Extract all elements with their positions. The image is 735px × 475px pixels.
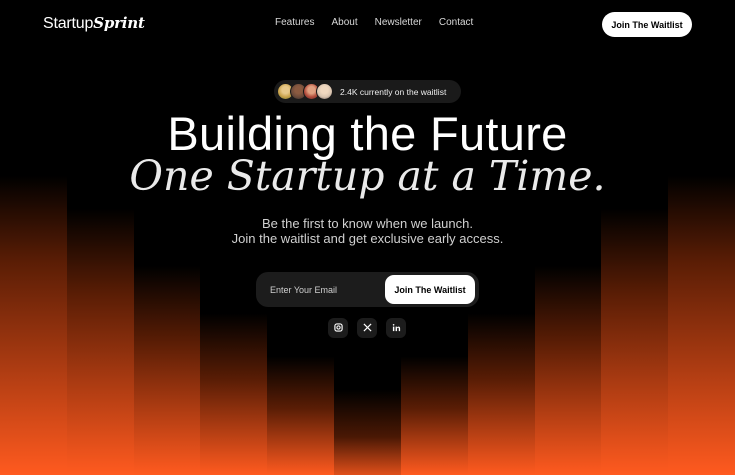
subtitle-line: Be the first to know when we launch. xyxy=(261,216,473,231)
nav-link-features[interactable]: Features xyxy=(275,17,314,28)
join-waitlist-button[interactable]: Join The Waitlist xyxy=(385,275,475,304)
logo[interactable]: StartupSprint xyxy=(43,14,145,33)
avatar-stack xyxy=(277,83,333,100)
waitlist-count-pill: 2.4K currently on the waitlist xyxy=(274,80,461,103)
nav-link-newsletter[interactable]: Newsletter xyxy=(375,17,422,28)
logo-text-italic: Sprint xyxy=(93,14,145,32)
nav-link-about[interactable]: About xyxy=(331,17,357,28)
x-button[interactable] xyxy=(357,318,377,338)
avatar xyxy=(316,83,333,100)
join-waitlist-nav-button[interactable]: Join The Waitlist xyxy=(602,12,692,37)
logo-text: Startup xyxy=(43,15,94,32)
instagram-icon xyxy=(333,319,343,337)
top-nav: StartupSprint Features About Newsletter … xyxy=(0,0,735,50)
waitlist-count-text: 2.4K currently on the waitlist xyxy=(340,86,447,97)
social-links xyxy=(328,318,406,338)
hero-headline-italic: One Startup at a Time. xyxy=(129,152,606,200)
instagram-button[interactable] xyxy=(328,318,348,338)
nav-links: Features About Newsletter Contact xyxy=(275,17,473,28)
nav-link-contact[interactable]: Contact xyxy=(439,17,473,28)
hero-subtitle: Be the first to know when we launch. Joi… xyxy=(0,216,735,246)
x-icon xyxy=(362,319,372,337)
email-input[interactable] xyxy=(270,282,380,298)
linkedin-icon xyxy=(392,319,401,337)
linkedin-button[interactable] xyxy=(386,318,406,338)
email-signup-form: Join The Waitlist xyxy=(256,272,479,307)
subtitle-line: Join the waitlist and get exclusive earl… xyxy=(231,231,504,246)
